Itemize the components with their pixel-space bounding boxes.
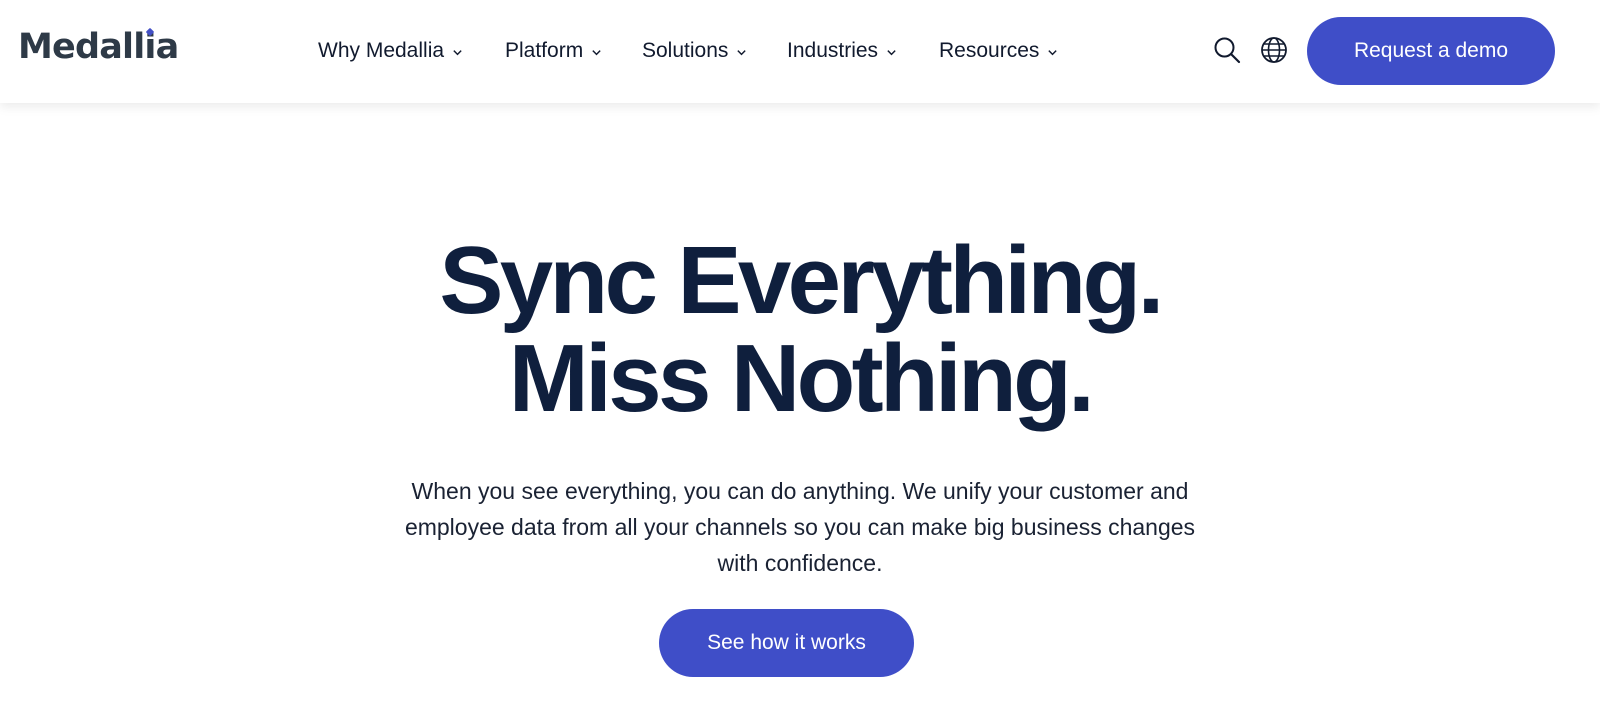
nav-item-label: Why Medallia xyxy=(318,39,445,62)
search-icon xyxy=(1214,37,1241,64)
nav-item-label: Industries xyxy=(787,39,879,62)
language-button[interactable] xyxy=(1259,35,1289,65)
see-how-it-works-button[interactable]: See how it works xyxy=(659,609,914,677)
nav-item-label: Solutions xyxy=(642,39,729,62)
hero-title-line-2: Miss Nothing. xyxy=(508,325,1095,432)
medallia-logo[interactable]: Medallia xyxy=(18,26,179,68)
chevron-down-icon xyxy=(1048,49,1058,55)
nav-item-solutions[interactable]: Solutions xyxy=(642,34,787,68)
nav-item-label: Platform xyxy=(505,39,584,62)
chevron-down-icon xyxy=(887,49,896,55)
chevron-down-icon xyxy=(453,49,462,55)
chevron-down-icon xyxy=(737,49,747,55)
request-demo-button[interactable]: Request a demo xyxy=(1307,17,1555,85)
search-button[interactable] xyxy=(1212,35,1242,65)
site-header: Medallia Why Medallia Platform Solutions… xyxy=(0,0,1600,103)
globe-icon xyxy=(1261,37,1287,63)
nav-item-platform[interactable]: Platform xyxy=(505,34,642,68)
nav-item-why-medallia[interactable]: Why Medallia xyxy=(318,34,505,68)
nav-item-resources[interactable]: Resources xyxy=(939,34,1079,68)
hero-title: Sync Everything. Miss Nothing. xyxy=(0,232,1600,428)
hero-subtitle: When you see everything, you can do anyt… xyxy=(404,478,1196,576)
chevron-down-icon xyxy=(592,49,601,55)
main-nav: Why Medallia Platform Solutions Industri… xyxy=(318,34,1079,68)
nav-item-industries[interactable]: Industries xyxy=(787,34,939,68)
logo-wordmark: Medallia xyxy=(18,27,179,67)
hero-title-line-1: Sync Everything. xyxy=(439,227,1164,334)
nav-item-label: Resources xyxy=(939,39,1040,62)
